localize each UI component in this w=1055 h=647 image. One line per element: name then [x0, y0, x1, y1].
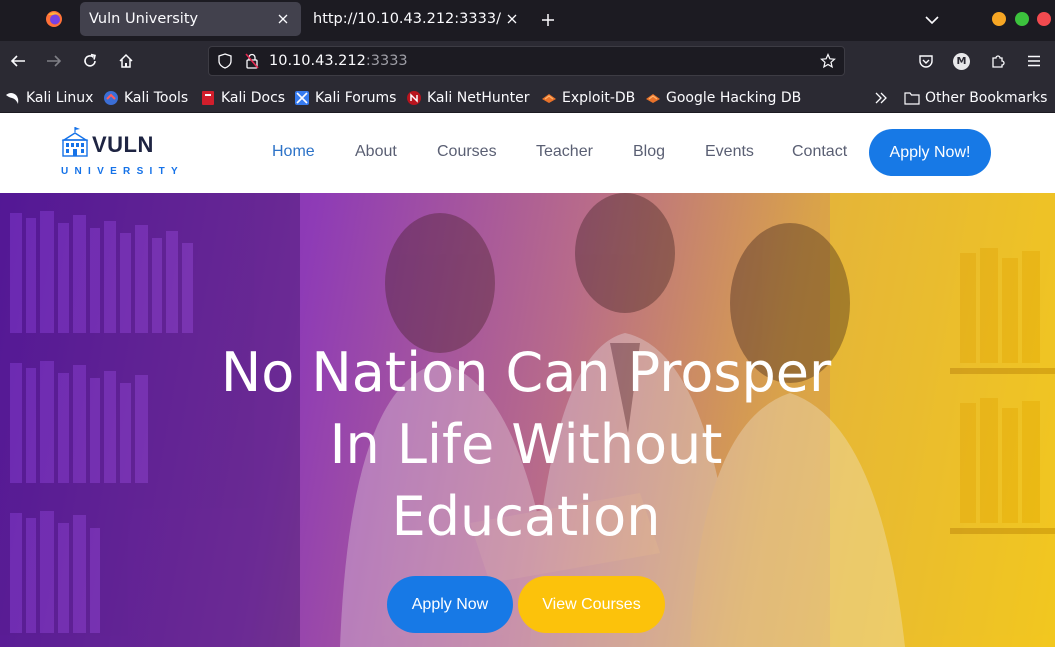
- bookmark-label: Kali Tools: [124, 90, 189, 106]
- pocket-icon[interactable]: [914, 49, 938, 73]
- hero-title-line: In Life Without: [329, 413, 723, 476]
- more-bookmarks-chevron-icon[interactable]: [874, 88, 888, 108]
- other-bookmarks-folder[interactable]: Other Bookmarks: [904, 88, 1047, 108]
- tab-strip: Vuln University http://10.10.43.212:3333…: [0, 0, 1055, 41]
- kali-nethunter-icon: [406, 90, 422, 106]
- nav-contact[interactable]: Contact: [792, 143, 847, 161]
- insecure-lock-icon[interactable]: [242, 51, 262, 71]
- maximize-window-button[interactable]: [1015, 12, 1029, 26]
- kali-forums-icon: [294, 90, 310, 106]
- home-icon[interactable]: [114, 49, 138, 73]
- tab-title: Vuln University: [89, 11, 199, 27]
- kali-dragon-icon: [5, 90, 21, 106]
- bookmark-label: Kali NetHunter: [427, 90, 530, 106]
- bookmark-kali-forums[interactable]: Kali Forums: [294, 88, 396, 108]
- bookmark-label: Kali Forums: [315, 90, 397, 106]
- apply-now-header-button[interactable]: Apply Now!: [869, 129, 991, 176]
- hero-title-line: Education: [391, 485, 661, 548]
- reload-icon[interactable]: [78, 49, 102, 73]
- site-header: VULN UNIVERSITY Home About Courses Teach…: [0, 113, 1055, 193]
- nav-courses[interactable]: Courses: [437, 143, 497, 161]
- minimize-window-button[interactable]: [992, 12, 1006, 26]
- navigation-toolbar: 10.10.43.212:3333 M: [0, 41, 1055, 82]
- nav-teacher[interactable]: Teacher: [536, 143, 593, 161]
- address-bar[interactable]: 10.10.43.212:3333: [208, 46, 845, 76]
- nav-home[interactable]: Home: [272, 143, 315, 161]
- tracking-shield-icon[interactable]: [215, 51, 235, 71]
- url-text[interactable]: 10.10.43.212:3333: [269, 53, 408, 69]
- nav-events[interactable]: Events: [705, 143, 754, 161]
- extensions-puzzle-icon[interactable]: [986, 49, 1010, 73]
- tab-vuln-university[interactable]: Vuln University: [80, 2, 301, 36]
- bookmark-star-icon[interactable]: [818, 51, 838, 71]
- exploit-db-icon: [541, 90, 557, 106]
- bookmark-label: Google Hacking DB: [666, 90, 802, 106]
- bookmark-label: Kali Linux: [26, 90, 94, 106]
- hero-title-line: No Nation Can Prosper: [220, 341, 832, 404]
- close-tab-icon[interactable]: [502, 9, 522, 29]
- page-viewport: VULN UNIVERSITY Home About Courses Teach…: [0, 113, 1055, 647]
- hero-title: No Nation Can Prosper In Life Without Ed…: [176, 337, 876, 553]
- close-tab-icon[interactable]: [273, 9, 293, 29]
- university-building-icon[interactable]: [60, 126, 90, 158]
- nav-about[interactable]: About: [355, 143, 397, 161]
- kali-tools-icon: [103, 90, 119, 106]
- chevron-down-icon[interactable]: [920, 8, 944, 32]
- other-bookmarks-label: Other Bookmarks: [925, 90, 1048, 106]
- bookmark-label: Exploit-DB: [562, 90, 636, 106]
- bookmarks-toolbar: Kali Linux Kali Tools Kali Docs Kali For…: [0, 82, 1055, 113]
- bookmark-kali-tools[interactable]: Kali Tools: [103, 88, 188, 108]
- new-tab-plus-icon[interactable]: [536, 8, 560, 32]
- view-courses-button[interactable]: View Courses: [518, 576, 665, 633]
- back-arrow-icon[interactable]: [6, 49, 30, 73]
- tab-url[interactable]: http://10.10.43.212:3333/: [304, 2, 530, 36]
- kali-docs-icon: [200, 90, 216, 106]
- tab-title: http://10.10.43.212:3333/: [313, 11, 501, 27]
- url-host: 10.10.43.212: [269, 53, 366, 69]
- bookmark-kali-linux[interactable]: Kali Linux: [5, 88, 93, 108]
- bookmark-label: Kali Docs: [221, 90, 286, 106]
- hamburger-menu-icon[interactable]: [1022, 49, 1046, 73]
- forward-arrow-icon[interactable]: [42, 49, 66, 73]
- folder-icon: [904, 90, 920, 106]
- bookmark-exploit-db[interactable]: Exploit-DB: [541, 88, 635, 108]
- ghdb-icon: [645, 90, 661, 106]
- nav-blog[interactable]: Blog: [633, 143, 665, 161]
- firefox-icon[interactable]: [44, 9, 64, 29]
- hero-banner: No Nation Can Prosper In Life Without Ed…: [0, 193, 1055, 647]
- apply-now-button[interactable]: Apply Now: [387, 576, 513, 633]
- close-window-button[interactable]: [1037, 12, 1051, 26]
- bookmark-google-hacking-db[interactable]: Google Hacking DB: [645, 88, 801, 108]
- logo-name[interactable]: VULN: [92, 132, 154, 158]
- url-port: :3333: [365, 53, 408, 69]
- logo-subtitle: UNIVERSITY: [61, 166, 185, 177]
- bookmark-kali-nethunter[interactable]: Kali NetHunter: [406, 88, 529, 108]
- bookmark-kali-docs[interactable]: Kali Docs: [200, 88, 285, 108]
- account-avatar[interactable]: M: [953, 53, 970, 70]
